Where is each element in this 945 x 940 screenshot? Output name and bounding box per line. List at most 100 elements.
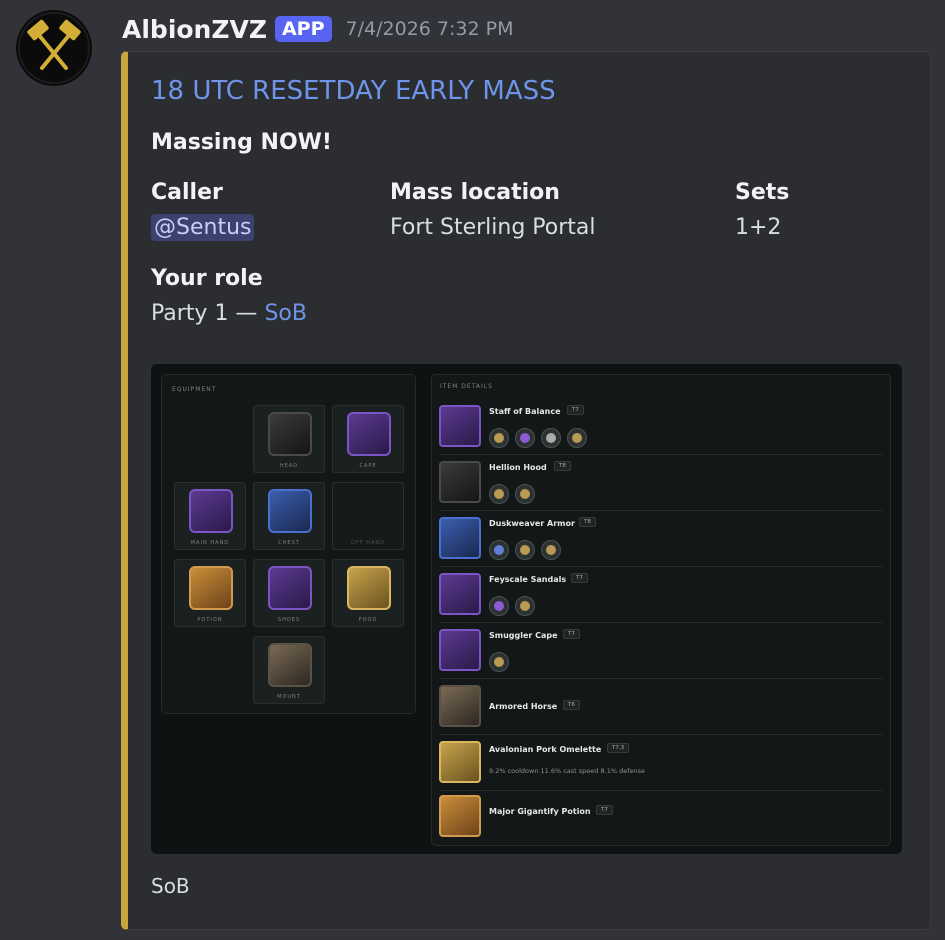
item-row[interactable]: Major Gigantify Potion T7: [439, 791, 883, 845]
slot-shoes[interactable]: SHOES: [253, 559, 325, 627]
item-name: Staff of Balance: [489, 407, 561, 416]
spell-icon[interactable]: [515, 484, 535, 504]
item-details-panel: ITEM DETAILS Staff of Balance T7 Hellion…: [431, 374, 891, 846]
food-stats: 9.2% cooldown 11.6% cast speed 8.1% defe…: [489, 767, 645, 775]
tier-badge: T7.3: [607, 743, 630, 753]
slot-potion-label: POTION: [197, 617, 223, 623]
field-sets: Sets 1+2: [735, 178, 789, 243]
spell-icon[interactable]: [489, 596, 509, 616]
spell-icon[interactable]: [541, 428, 561, 448]
bot-avatar[interactable]: [16, 10, 92, 86]
item-row[interactable]: Duskweaver Armor T8: [439, 513, 883, 567]
field-sets-name: Sets: [735, 180, 790, 205]
potion-icon: [189, 566, 233, 610]
hood-icon: [268, 412, 312, 456]
author-name[interactable]: AlbionZVZ: [122, 15, 267, 44]
slot-mount-label: MOUNT: [277, 694, 301, 700]
field-mass-location-name: Mass location: [390, 180, 560, 205]
spell-icon[interactable]: [541, 540, 561, 560]
tier-badge: T6: [563, 700, 580, 710]
slot-head-label: HEAD: [279, 463, 299, 469]
spell-icon[interactable]: [489, 652, 509, 672]
sandals-icon: [268, 566, 312, 610]
role-link[interactable]: SoB: [264, 301, 307, 326]
embed-description: Massing NOW!: [151, 130, 332, 155]
message-timestamp[interactable]: 7/4/2026 7:32 PM: [346, 18, 514, 40]
omelette-icon: [439, 741, 481, 783]
staff-icon: [189, 489, 233, 533]
field-mass-location: Mass location Fort Sterling Portal: [390, 178, 596, 243]
slot-main-hand[interactable]: MAIN HAND: [174, 482, 246, 550]
staff-icon: [439, 405, 481, 447]
item-name: Duskweaver Armor: [489, 519, 575, 528]
armor-icon: [439, 517, 481, 559]
field-caller: Caller @Sentus: [151, 178, 255, 243]
spell-icon[interactable]: [489, 484, 509, 504]
loadout-image[interactable]: EQUIPMENT HEAD CAPE MAIN HAND CHEST OFF …: [151, 364, 902, 854]
spell-icon[interactable]: [489, 428, 509, 448]
spell-icon[interactable]: [515, 428, 535, 448]
hood-icon: [439, 461, 481, 503]
slot-food-label: FOOD: [358, 617, 378, 623]
tier-badge: T7: [596, 805, 613, 815]
tier-badge: T8: [554, 461, 571, 471]
potion-icon: [439, 795, 481, 837]
item-row[interactable]: Hellion Hood T8: [439, 457, 883, 511]
slot-mount[interactable]: MOUNT: [253, 636, 325, 704]
field-sets-value: 1+2: [735, 215, 782, 240]
item-name: Smuggler Cape: [489, 631, 558, 640]
omelette-icon: [347, 566, 391, 610]
item-row[interactable]: Armored Horse T6: [439, 681, 883, 735]
item-name: Major Gigantify Potion: [489, 807, 591, 816]
tier-badge: T7: [567, 405, 584, 415]
slot-off-hand-label: OFF HAND: [350, 540, 386, 546]
item-row[interactable]: Staff of Balance T7: [439, 401, 883, 455]
slot-cape[interactable]: CAPE: [332, 405, 404, 473]
equipment-panel: EQUIPMENT HEAD CAPE MAIN HAND CHEST OFF …: [161, 374, 416, 714]
horse-icon: [268, 643, 312, 687]
embed-title: 18 UTC RESETDAY EARLY MASS: [151, 76, 556, 106]
embed-card: 18 UTC RESETDAY EARLY MASS Massing NOW! …: [121, 51, 931, 930]
spell-list: [489, 652, 509, 672]
crossed-hammers-icon: [18, 12, 90, 84]
field-caller-name: Caller: [151, 180, 223, 205]
item-row[interactable]: Feyscale Sandals T7: [439, 569, 883, 623]
slot-chest[interactable]: CHEST: [253, 482, 325, 550]
item-row[interactable]: Smuggler Cape T7: [439, 625, 883, 679]
field-your-role: Your role Party 1 — SoB: [151, 264, 307, 329]
sandals-icon: [439, 573, 481, 615]
equipment-label: EQUIPMENT: [172, 386, 217, 393]
spell-icon[interactable]: [515, 596, 535, 616]
tier-badge: T8: [579, 517, 596, 527]
field-mass-location-value: Fort Sterling Portal: [390, 215, 596, 240]
caller-mention[interactable]: @Sentus: [151, 214, 255, 241]
slot-food[interactable]: FOOD: [332, 559, 404, 627]
spell-list: [489, 596, 535, 616]
cape-icon: [347, 412, 391, 456]
spell-list: [489, 540, 561, 560]
field-your-role-name: Your role: [151, 266, 263, 291]
item-name: Hellion Hood: [489, 463, 547, 472]
tier-badge: T7: [563, 629, 580, 639]
spell-icon[interactable]: [489, 540, 509, 560]
slot-main-hand-label: MAIN HAND: [190, 540, 230, 546]
slot-chest-label: CHEST: [278, 540, 300, 546]
spell-icon[interactable]: [567, 428, 587, 448]
slot-head[interactable]: HEAD: [253, 405, 325, 473]
armor-icon: [268, 489, 312, 533]
cape-icon: [439, 629, 481, 671]
item-name: Feyscale Sandals: [489, 575, 567, 584]
horse-icon: [439, 685, 481, 727]
slot-off-hand[interactable]: OFF HAND: [332, 482, 404, 550]
spell-icon[interactable]: [515, 540, 535, 560]
item-name: Armored Horse: [489, 702, 558, 711]
item-row[interactable]: Avalonian Pork Omelette T7.3 9.2% cooldo…: [439, 737, 883, 791]
slot-potion[interactable]: POTION: [174, 559, 246, 627]
spell-list: [489, 484, 535, 504]
role-party: Party 1 —: [151, 301, 258, 326]
message-header: AlbionZVZ APP 7/4/2026 7:32 PM: [122, 12, 513, 46]
slot-cape-label: CAPE: [359, 463, 377, 469]
item-name: Avalonian Pork Omelette: [489, 745, 602, 754]
message-content: SoB: [151, 874, 190, 898]
spell-list: [489, 428, 587, 448]
